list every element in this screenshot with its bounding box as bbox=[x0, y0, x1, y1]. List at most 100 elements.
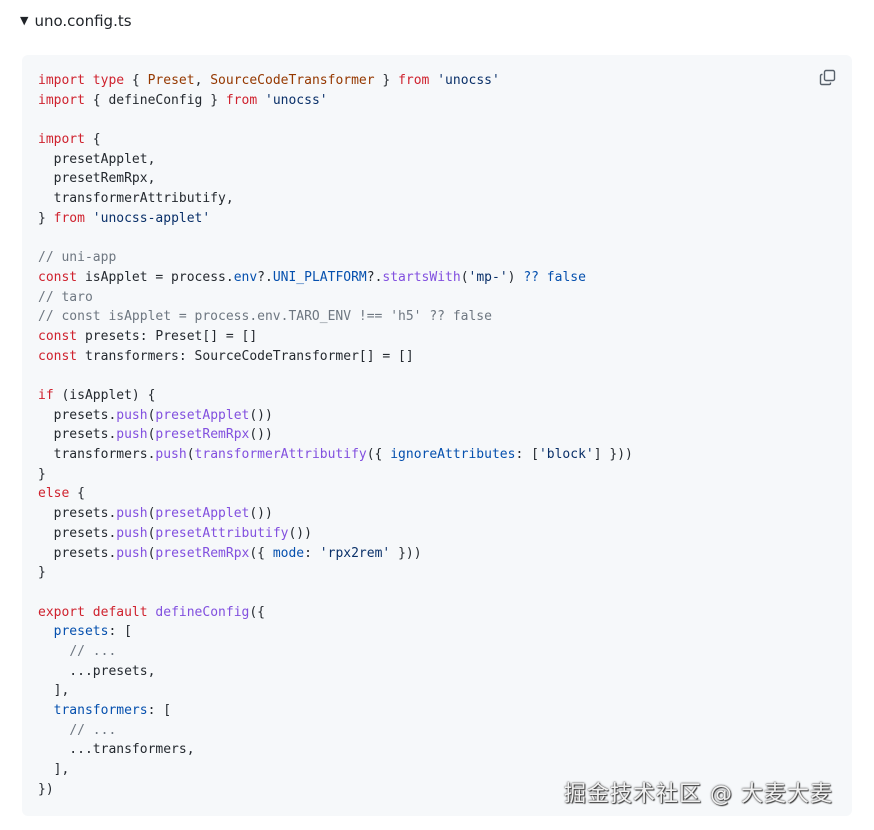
code-token: : [ bbox=[515, 447, 539, 463]
code-token: ?. bbox=[257, 269, 273, 285]
code-line: } from 'unocss-applet' bbox=[38, 209, 633, 229]
code-token: ( bbox=[186, 447, 195, 463]
code-token: export bbox=[38, 604, 85, 620]
code-token: presets. bbox=[38, 427, 117, 443]
code-token: ?. bbox=[366, 269, 383, 285]
code-token: from bbox=[225, 92, 258, 108]
filename-label: uno.config.ts bbox=[34, 12, 132, 30]
watermark: 掘金技术社区 @ 大麦大麦 bbox=[564, 782, 833, 807]
code-token: // const isApplet = process.env.TARO_ENV… bbox=[38, 309, 492, 325]
code-token: 'mp-' bbox=[468, 269, 508, 285]
code-line: transformers: [ bbox=[38, 701, 633, 721]
code-token: presets. bbox=[38, 506, 117, 522]
code-line: presets.push(presetRemRpx()) bbox=[38, 425, 633, 445]
code-token: presets. bbox=[38, 525, 117, 541]
code-token: (isApplet) { bbox=[53, 388, 156, 403]
code-token: false bbox=[546, 269, 586, 285]
code-token: presetApplet bbox=[155, 506, 250, 522]
code-token: push bbox=[116, 427, 148, 443]
code-token: // uni-app bbox=[38, 250, 117, 266]
code-token: presetRemRpx bbox=[155, 545, 250, 561]
code-token: Preset bbox=[147, 73, 195, 88]
code-token: : bbox=[304, 545, 320, 561]
code-token: presets. bbox=[38, 407, 117, 423]
code-line: export default defineConfig({ bbox=[38, 603, 633, 623]
code-token: ], bbox=[38, 762, 70, 778]
code-line: import { bbox=[38, 130, 633, 150]
code-token: const bbox=[38, 269, 78, 285]
code-token: ?? bbox=[523, 269, 539, 285]
code-token: ()) bbox=[249, 506, 273, 522]
code-token: ({ bbox=[366, 447, 391, 463]
code-token: ], bbox=[38, 683, 70, 699]
code-token: })) bbox=[390, 545, 422, 561]
code-line: else { bbox=[38, 484, 633, 504]
code-token: mode bbox=[272, 545, 305, 561]
code-line: // taro bbox=[38, 288, 633, 308]
code-token: 'block' bbox=[538, 447, 594, 463]
code-token: // taro bbox=[38, 289, 93, 305]
code-line: const presets: Preset[] = [] bbox=[38, 327, 633, 347]
code-line: presetApplet, bbox=[38, 150, 633, 170]
code-token: presetApplet, bbox=[38, 151, 156, 167]
code-token: transformers bbox=[53, 703, 148, 718]
details-summary[interactable]: ▼ uno.config.ts bbox=[20, 9, 132, 33]
code-line: presetRemRpx, bbox=[38, 169, 633, 189]
code-token: { defineConfig } bbox=[84, 92, 226, 108]
code-token: if bbox=[38, 388, 54, 403]
code-token: import bbox=[38, 92, 85, 108]
code-token: defineConfig bbox=[155, 604, 250, 620]
code-token: }) bbox=[38, 781, 54, 797]
code-token: ignoreAttributes bbox=[390, 447, 516, 463]
code-token: ()) bbox=[288, 525, 312, 541]
code-line: import type { Preset, SourceCodeTransfor… bbox=[38, 71, 633, 91]
code-line: ], bbox=[38, 760, 633, 780]
code-token: presetRemRpx, bbox=[38, 171, 156, 187]
code-line: ...transformers, bbox=[38, 740, 633, 760]
code-line: // uni-app bbox=[38, 248, 633, 268]
code-token: ({ bbox=[249, 545, 273, 561]
code-line: presets.push(presetAttributify()) bbox=[38, 524, 633, 544]
code-token: ()) bbox=[249, 427, 273, 443]
code-token: ...transformers, bbox=[38, 742, 195, 758]
code-token: // ... bbox=[69, 643, 117, 659]
copy-icon bbox=[819, 69, 836, 86]
code-token: 'rpx2rem' bbox=[319, 545, 391, 561]
code-token: from bbox=[398, 73, 430, 88]
code-token: startsWith bbox=[382, 269, 461, 285]
code-line: presets: [ bbox=[38, 622, 633, 642]
copy-button[interactable] bbox=[818, 68, 838, 88]
code-line: }) bbox=[38, 780, 633, 800]
code-token: ...presets, bbox=[38, 663, 156, 679]
code-line: // ... bbox=[38, 721, 633, 741]
code-token: ] })) bbox=[593, 447, 633, 463]
code-token: : [ bbox=[108, 624, 132, 640]
code-token: isApplet = process. bbox=[77, 269, 234, 285]
code-token: , bbox=[194, 73, 211, 88]
code-token: presetAttributify bbox=[155, 525, 289, 541]
code-token: } bbox=[38, 466, 46, 482]
code-token: transformerAttributify, bbox=[38, 191, 234, 207]
code-line: } bbox=[38, 563, 633, 583]
code-token: { bbox=[69, 486, 85, 502]
code-token: UNI_PLATFORM bbox=[272, 269, 367, 285]
code-line: import { defineConfig } from 'unocss' bbox=[38, 91, 633, 111]
code-token: 'unocss' bbox=[437, 73, 500, 88]
code-token: import bbox=[38, 132, 85, 148]
code-token: import bbox=[38, 73, 85, 88]
code-token: } bbox=[38, 210, 54, 226]
code-line: presets.push(presetApplet()) bbox=[38, 504, 633, 524]
code-token: transformers. bbox=[38, 447, 156, 463]
code-token: push bbox=[116, 506, 148, 522]
code-token: presets: Preset[] = [] bbox=[77, 328, 258, 344]
code-line: transformers.push(transformerAttributify… bbox=[38, 445, 633, 465]
